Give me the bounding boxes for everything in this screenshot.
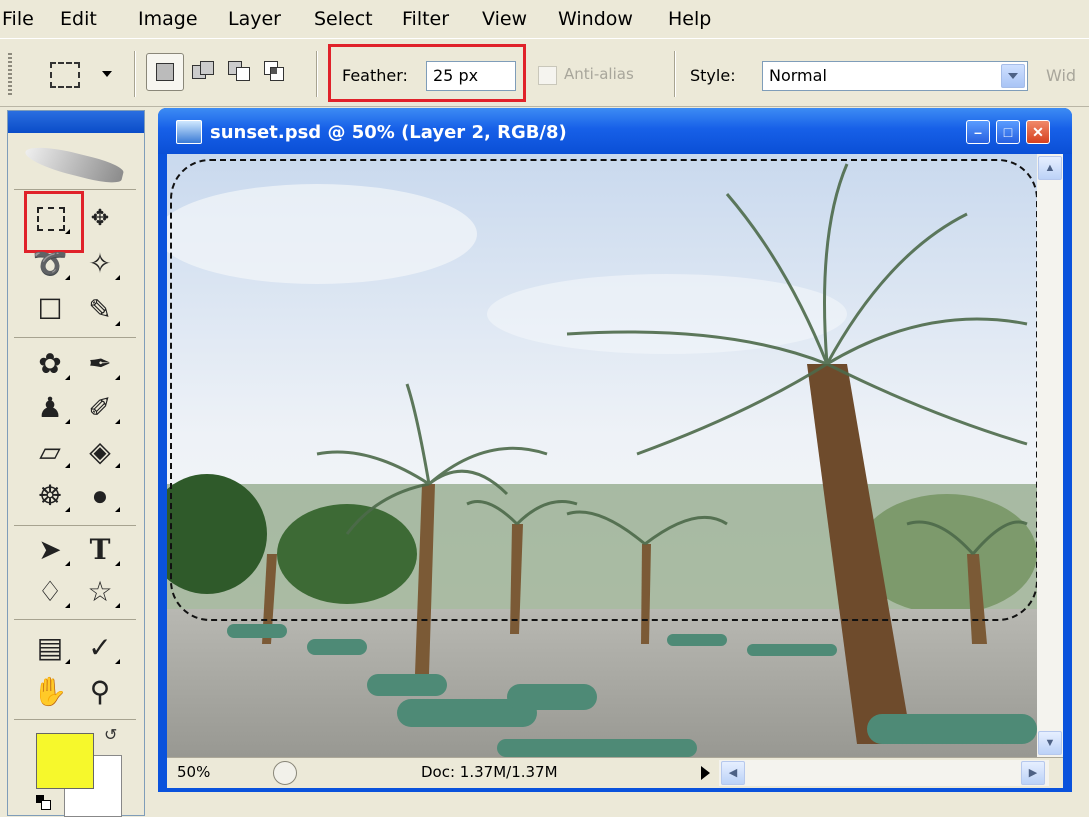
lasso-icon[interactable]: ➰: [28, 245, 72, 283]
notes-icon[interactable]: ▤: [28, 629, 72, 667]
menu-filter[interactable]: Filter: [402, 8, 449, 30]
brush-icon[interactable]: ✒: [78, 345, 122, 383]
scroll-up-button[interactable]: ▲: [1038, 156, 1062, 180]
crop-icon[interactable]: ☐: [28, 291, 72, 329]
intersect-selection-icon[interactable]: [264, 61, 290, 83]
menu-image[interactable]: Image: [138, 8, 198, 30]
menu-file[interactable]: File: [2, 8, 34, 30]
menu-bar: File Edit Image Layer Select Filter View…: [0, 0, 1089, 38]
document-title: sunset.psd @ 50% (Layer 2, RGB/8): [210, 122, 567, 143]
menu-layer[interactable]: Layer: [228, 8, 281, 30]
history-brush-icon[interactable]: ✐: [78, 389, 122, 427]
menu-view[interactable]: View: [482, 8, 527, 30]
blur-icon[interactable]: ☸: [28, 477, 72, 515]
rect-marquee-icon: [50, 62, 80, 88]
type-icon[interactable]: T: [78, 531, 122, 569]
eraser-icon[interactable]: ▱: [28, 433, 72, 471]
options-bar: Feather: 25 px Anti-alias Style: Normal …: [0, 38, 1089, 107]
antialias-label: Anti-alias: [564, 65, 634, 83]
foreground-color-swatch[interactable]: [36, 733, 94, 789]
maximize-button[interactable]: □: [996, 120, 1020, 144]
menu-edit[interactable]: Edit: [60, 8, 97, 30]
status-nav-icon[interactable]: [273, 761, 297, 785]
horizontal-scrollbar[interactable]: ◀ ▶: [719, 760, 1049, 786]
slice-icon[interactable]: ✎: [78, 291, 122, 329]
toolbar-grip[interactable]: [8, 53, 12, 95]
zoom-icon[interactable]: ⚲: [78, 673, 122, 711]
psd-file-icon: [176, 120, 202, 144]
feather-label: Feather:: [342, 66, 408, 85]
magic-wand-icon[interactable]: ✧: [78, 245, 122, 283]
pen-icon[interactable]: ♢: [28, 573, 72, 611]
feather-value: 25 px: [433, 66, 479, 85]
dropdown-arrow-icon[interactable]: [1001, 64, 1025, 88]
custom-shape-icon[interactable]: ☆: [78, 573, 122, 611]
paint-bucket-icon[interactable]: ◈: [78, 433, 122, 471]
antialias-checkbox[interactable]: [538, 66, 557, 85]
feather-logo-icon[interactable]: [16, 141, 136, 187]
style-label: Style:: [690, 66, 736, 85]
toolbox: ✥ ➰ ✧ ☐ ✎ ✿ ✒ ♟ ✐ ▱ ◈ ☸ ● ➤ T ♢ ☆ ▤ ✓ ✋ …: [7, 110, 145, 817]
feathered-selection: [170, 159, 1037, 621]
tool-preset-picker[interactable]: [44, 57, 124, 91]
menu-help[interactable]: Help: [668, 8, 711, 30]
zoom-level[interactable]: 50%: [177, 763, 210, 781]
status-bar: 50% Doc: 1.37M/1.37M ◀ ▶: [167, 757, 1063, 788]
swap-colors-icon[interactable]: ↺: [104, 725, 124, 745]
minimize-button[interactable]: –: [966, 120, 990, 144]
image-canvas[interactable]: [167, 154, 1037, 757]
scroll-right-button[interactable]: ▶: [1021, 761, 1045, 785]
style-value: Normal: [769, 66, 827, 85]
default-colors-icon[interactable]: [36, 795, 51, 810]
clone-stamp-icon[interactable]: ♟: [28, 389, 72, 427]
add-selection-icon[interactable]: [192, 61, 218, 83]
style-select[interactable]: Normal: [762, 61, 1028, 91]
hand-icon[interactable]: ✋: [28, 673, 72, 711]
dodge-icon[interactable]: ●: [78, 477, 122, 515]
scroll-down-button[interactable]: ▼: [1038, 731, 1062, 755]
scroll-left-button[interactable]: ◀: [721, 761, 745, 785]
vertical-scrollbar[interactable]: ▲ ▼: [1037, 154, 1063, 757]
subtract-selection-icon[interactable]: [228, 61, 254, 83]
feather-input[interactable]: 25 px: [426, 61, 516, 91]
path-select-icon[interactable]: ➤: [28, 531, 72, 569]
document-window: sunset.psd @ 50% (Layer 2, RGB/8) – □ ✕: [158, 108, 1072, 792]
chevron-down-icon: [102, 71, 112, 77]
document-titlebar[interactable]: sunset.psd @ 50% (Layer 2, RGB/8) – □ ✕: [158, 108, 1072, 154]
toolbox-titlebar[interactable]: [8, 111, 144, 133]
doc-size-info: Doc: 1.37M/1.37M: [421, 763, 558, 781]
new-selection-icon: [156, 63, 174, 81]
new-selection-button[interactable]: [146, 53, 184, 91]
close-button[interactable]: ✕: [1026, 120, 1050, 144]
move-icon[interactable]: ✥: [78, 199, 122, 237]
healing-brush-icon[interactable]: ✿: [28, 345, 72, 383]
width-label: Wid: [1046, 66, 1077, 85]
menu-select[interactable]: Select: [314, 8, 373, 30]
menu-window[interactable]: Window: [558, 8, 633, 30]
marquee-tool-highlight: [24, 191, 84, 253]
eyedropper-icon[interactable]: ✓: [78, 629, 122, 667]
status-menu-arrow-icon[interactable]: [701, 766, 710, 780]
